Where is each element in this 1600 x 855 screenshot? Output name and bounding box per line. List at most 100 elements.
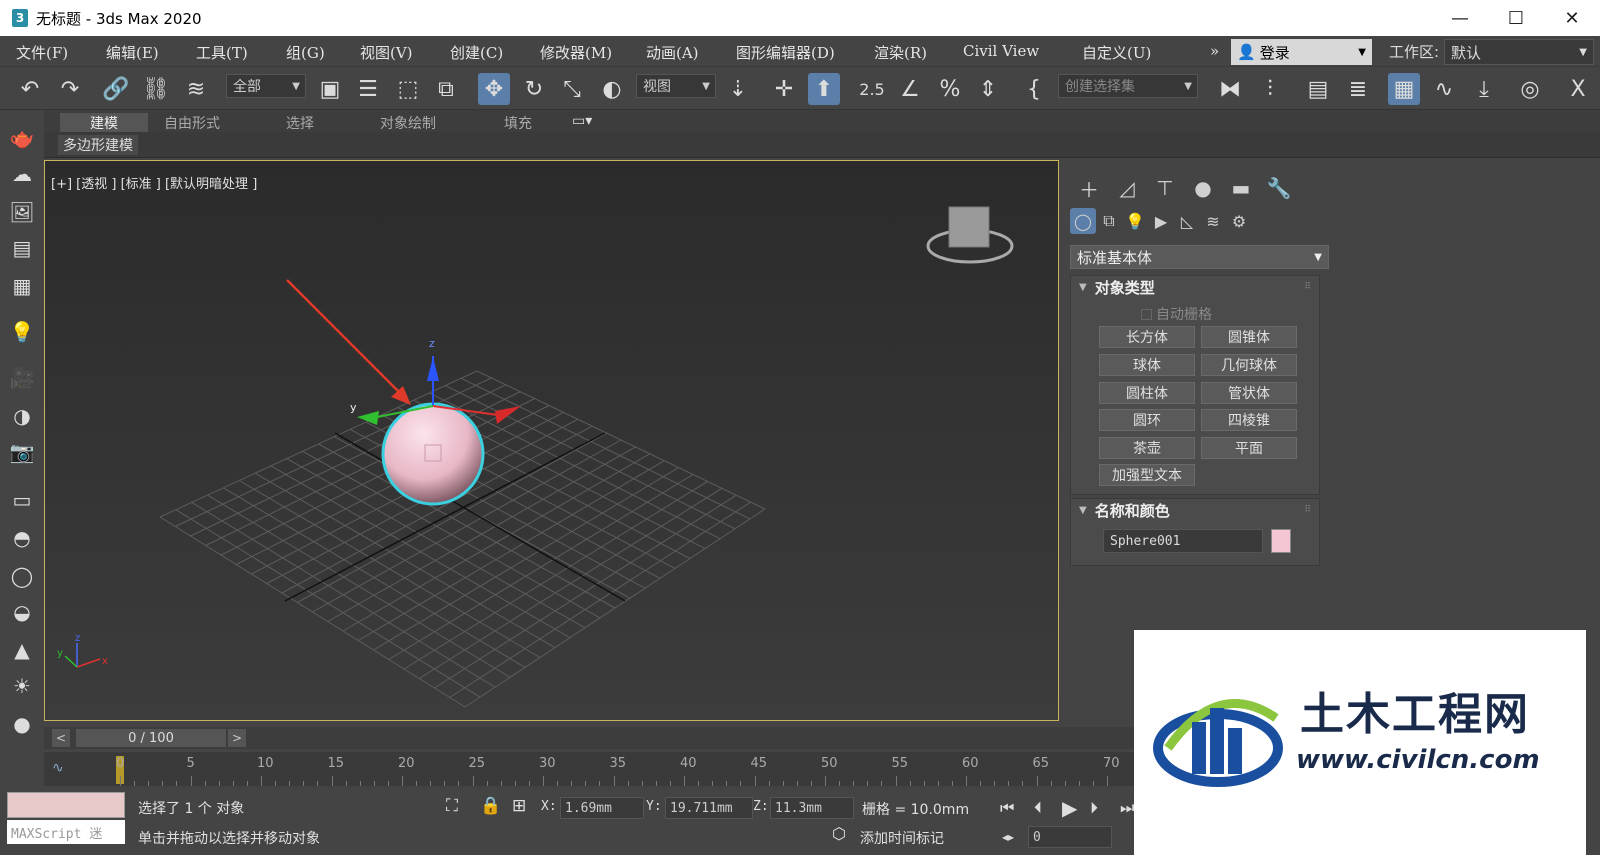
time-slider[interactable]: < 0 / 100 > (44, 727, 1134, 749)
schematic-view-icon[interactable]: ⤓ (1468, 73, 1500, 105)
dome-icon[interactable]: ◓ (6, 522, 38, 554)
sun-icon[interactable]: ☀ (6, 670, 38, 702)
table-icon[interactable]: ▦ (6, 270, 38, 302)
geometry-icon[interactable]: ◯ (1070, 208, 1096, 234)
pyramid-button[interactable]: 四棱锥 (1201, 409, 1297, 431)
layer-explorer-icon[interactable]: ≣ (1342, 73, 1374, 105)
menu-civil-view[interactable]: Civil View (963, 42, 1039, 60)
time-slider-thumb[interactable]: 0 / 100 (76, 729, 226, 747)
curve-editor-icon[interactable]: ∿ (1428, 73, 1460, 105)
named-selection-set-select[interactable]: 创建选择集 ▼ (1058, 74, 1198, 98)
time-tag-icon[interactable]: ⬡ (832, 824, 846, 843)
viewcube-icon[interactable] (948, 206, 990, 248)
absolute-mode-icon[interactable]: ⊞ (512, 796, 526, 816)
window-crossing-icon[interactable]: ⧉ (430, 73, 462, 105)
toggle-ribbon-icon[interactable]: ▦ (1388, 73, 1420, 105)
snaps-toggle-icon[interactable]: 2.5 (856, 73, 888, 105)
cloud-icon[interactable]: ☁ (6, 158, 38, 190)
ribbon-options-icon[interactable]: ▭▾ (572, 113, 592, 129)
perspective-viewport[interactable]: z y z x y [+] [透视 ] [标准 ] [默认明暗处理 ] (44, 160, 1059, 721)
teapot-icon[interactable]: 🫖 (6, 122, 38, 154)
drag-handle-icon[interactable]: ⠿ (1304, 282, 1311, 292)
tab-populate[interactable]: 填充 (504, 113, 532, 133)
track-bar[interactable]: ∿ 0 5 10 15 20 25 30 35 40 45 50 55 60 65 70 (44, 752, 1134, 786)
go-to-end-icon[interactable]: ⏭ (1120, 798, 1134, 818)
light-icon[interactable]: 💡 (6, 316, 38, 348)
menu-view[interactable]: 视图(V) (360, 42, 413, 63)
login-dropdown[interactable]: 👤 登录 ▼ (1231, 39, 1372, 65)
object-type-header[interactable]: ▼ 对象类型 (1071, 276, 1319, 298)
film-camera-icon[interactable]: 📷 (6, 436, 38, 468)
box-button[interactable]: 长方体 (1099, 326, 1195, 348)
angle-snap-icon[interactable]: ∠ (894, 73, 926, 105)
lock-icon[interactable]: 🔒 (480, 796, 501, 816)
menu-rendering[interactable]: 渲染(R) (874, 42, 927, 63)
autogrid-checkbox[interactable]: 自动栅格 (1141, 304, 1212, 324)
select-by-name-icon[interactable]: ☰ (352, 73, 384, 105)
name-and-color-header[interactable]: ▼ 名称和颜色 (1071, 499, 1319, 521)
spinner-snap-icon[interactable]: ⇕ (972, 73, 1004, 105)
menu-graph-editors[interactable]: 图形编辑器(D) (736, 42, 835, 63)
align-icon[interactable]: ⫶ (1254, 73, 1286, 105)
current-frame-input[interactable]: 0 (1028, 826, 1112, 848)
shapes-icon[interactable]: ⧉ (1096, 208, 1122, 234)
curve-editor-mini-icon[interactable]: ∿ (52, 760, 64, 776)
tab-object-paint[interactable]: 对象绘制 (380, 113, 436, 133)
menu-overflow[interactable]: » (1210, 42, 1219, 60)
y-coord-input[interactable]: 19.711mm (665, 797, 753, 819)
menu-modifiers[interactable]: 修改器(M) (540, 42, 612, 63)
systems-icon[interactable]: ⚙ (1226, 208, 1252, 234)
drag-handle-icon[interactable]: ⠿ (1304, 505, 1311, 515)
time-prev-button[interactable]: < (52, 729, 70, 747)
keyboard-shortcut-override-icon[interactable]: ⬆ (808, 73, 840, 105)
viewport-scene[interactable]: z y z x y (45, 161, 1058, 720)
selection-filter-select[interactable]: 全部 ▼ (226, 74, 306, 98)
next-frame-icon[interactable]: ⏵ (1090, 798, 1098, 818)
tube-button[interactable]: 管状体 (1201, 382, 1297, 404)
utilities-tab-icon[interactable]: 🔧 (1260, 174, 1298, 202)
rect-selection-icon[interactable]: ⬚ (392, 73, 424, 105)
z-coord-input[interactable]: 11.3mm (770, 797, 854, 819)
disc-icon[interactable]: ● (6, 708, 38, 740)
plane-button[interactable]: 平面 (1201, 437, 1297, 459)
add-time-tag-button[interactable]: 添加时间标记 (860, 828, 944, 848)
redo-icon[interactable]: ↷ (54, 73, 86, 105)
cameras-icon[interactable]: ▶ (1148, 208, 1174, 234)
reference-coord-select[interactable]: 视图 ▼ (636, 74, 716, 98)
menu-customize[interactable]: 自定义(U) (1082, 42, 1151, 63)
workspace-select[interactable]: 默认 ▼ (1444, 39, 1594, 65)
mirror-icon[interactable]: ⧓ (1214, 73, 1246, 105)
menu-edit[interactable]: 编辑(E) (106, 42, 159, 63)
x-coord-input[interactable]: 1.69mm (560, 797, 644, 819)
motion-tab-icon[interactable]: ● (1184, 174, 1222, 202)
material-editor-icon[interactable]: ◎ (1514, 73, 1546, 105)
sphere-button[interactable]: 球体 (1099, 354, 1195, 376)
play-icon[interactable]: ▶ (1062, 796, 1077, 820)
space-warps-icon[interactable]: ≋ (1200, 208, 1226, 234)
link-icon[interactable]: 🔗 (100, 73, 132, 105)
menu-animation[interactable]: 动画(A) (646, 42, 699, 63)
polygon-modeling-label[interactable]: 多边形建模 (58, 135, 138, 155)
sphere-half-icon[interactable]: ◑ (6, 400, 38, 432)
key-mode-icon[interactable]: ◂▸ (1002, 830, 1014, 844)
select-and-place-icon[interactable]: ◐ (596, 73, 628, 105)
teapot-button[interactable]: 茶壶 (1099, 437, 1195, 459)
camera-icon[interactable]: 🎥 (6, 362, 38, 394)
maximize-button[interactable]: ☐ (1488, 0, 1544, 36)
close-button[interactable]: ✕ (1544, 0, 1600, 36)
cone-icon[interactable]: ▲ (6, 634, 38, 666)
primitive-category-select[interactable]: 标准基本体 ▼ (1070, 245, 1329, 269)
close-x-icon[interactable]: X (1562, 73, 1594, 105)
menu-group[interactable]: 组(G) (286, 42, 325, 63)
percent-snap-icon[interactable]: % (934, 73, 966, 105)
select-and-move-icon[interactable]: ✥ (478, 73, 510, 105)
tab-modeling[interactable]: 建模 (60, 113, 148, 132)
undo-icon[interactable]: ↶ (14, 73, 46, 105)
go-to-start-icon[interactable]: ⏮ (1000, 798, 1014, 818)
scene-explorer-icon[interactable]: ▤ (1302, 73, 1334, 105)
bind-space-warp-icon[interactable]: ≋ (180, 73, 212, 105)
object-color-swatch[interactable] (1271, 529, 1291, 553)
display-tab-icon[interactable]: ▬ (1222, 174, 1260, 202)
modify-tab-icon[interactable]: ◿ (1108, 174, 1146, 202)
menu-tools[interactable]: 工具(T) (196, 42, 248, 63)
